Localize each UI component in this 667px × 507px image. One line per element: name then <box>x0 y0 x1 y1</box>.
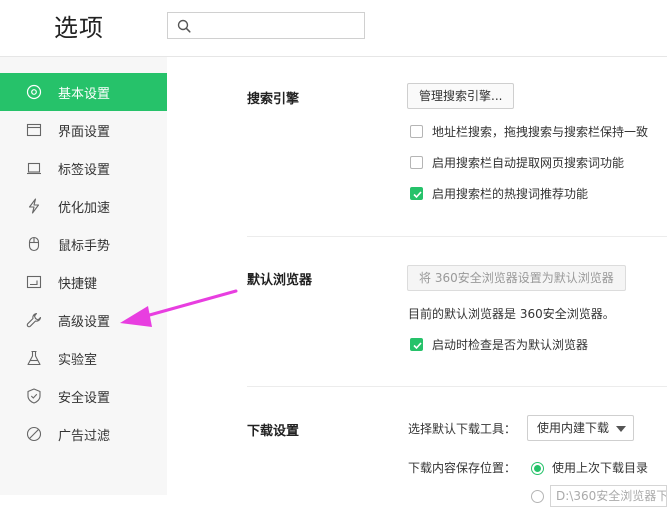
header: 选项 <box>0 0 667 57</box>
sidebar-item-label: 鼠标手势 <box>58 239 111 254</box>
sidebar-item-security-settings[interactable]: 安全设置 <box>0 377 167 415</box>
checkbox-checked[interactable] <box>410 338 423 351</box>
sidebar-item-label: 基本设置 <box>58 87 111 102</box>
chevron-down-icon <box>616 426 627 432</box>
sidebar-item-label: 高级设置 <box>58 315 111 330</box>
download-tool-selected: 使用内建下载 <box>537 421 610 435</box>
sidebar-item-label: 实验室 <box>58 353 98 368</box>
sidebar-item-label: 界面设置 <box>58 125 111 140</box>
download-path-input[interactable]: D:\360安全浏览器下载 <box>550 485 667 507</box>
check-icon <box>413 342 422 350</box>
download-tool-label: 选择默认下载工具： <box>408 422 517 436</box>
search-box[interactable] <box>167 12 365 39</box>
option-label: 地址栏搜索，拖拽搜索与搜索栏保持一致 <box>432 125 649 139</box>
section-divider <box>247 236 667 237</box>
section-divider <box>247 386 667 387</box>
option-label: 启动时检查是否为默认浏览器 <box>432 338 589 352</box>
sidebar-item-ui-settings[interactable]: 界面设置 <box>0 111 167 149</box>
block-icon <box>26 426 42 442</box>
tab-icon <box>27 162 41 175</box>
sidebar-item-optimize[interactable]: 优化加速 <box>0 187 167 225</box>
sidebar-item-basic-settings[interactable]: 基本设置 <box>0 73 167 111</box>
sidebar-item-tab-settings[interactable]: 标签设置 <box>0 149 167 187</box>
shield-icon <box>27 388 41 404</box>
wrench-icon <box>26 312 42 328</box>
last-download-dir-label: 使用上次下载目录 <box>552 461 649 475</box>
settings-content: 搜索引擎 管理搜索引擎... 地址栏搜索，拖拽搜索与搜索栏保持一致 启用搜索栏自… <box>167 57 667 507</box>
download-location-label: 下载内容保存位置： <box>408 461 517 475</box>
option-label: 启用搜索栏的热搜词推荐功能 <box>432 187 589 201</box>
sidebar: 基本设置 界面设置 标签设置 优化加速 鼠标手势 快捷键 高级设置 实验室 安全… <box>0 57 167 495</box>
keyboard-icon <box>26 275 42 289</box>
gear-icon <box>26 84 42 100</box>
search-icon <box>177 19 191 33</box>
page-title: 选项 <box>54 14 104 42</box>
sidebar-item-label: 快捷键 <box>58 277 98 292</box>
sidebar-item-ad-filter[interactable]: 广告过滤 <box>0 415 167 453</box>
sidebar-item-label: 广告过滤 <box>58 429 111 444</box>
checkbox-checked[interactable] <box>410 187 423 200</box>
checkbox[interactable] <box>410 125 423 138</box>
sidebar-item-advanced-settings[interactable]: 高级设置 <box>0 301 167 339</box>
section-title-download: 下载设置 <box>247 424 300 439</box>
mouse-icon <box>28 236 40 252</box>
default-browser-status: 目前的默认浏览器是 360安全浏览器。 <box>408 307 615 321</box>
sidebar-item-shortcuts[interactable]: 快捷键 <box>0 263 167 301</box>
sidebar-item-label: 优化加速 <box>58 201 111 216</box>
download-tool-select[interactable]: 使用内建下载 <box>527 415 635 441</box>
radio-custom-dir[interactable] <box>531 490 544 503</box>
search-input[interactable] <box>196 16 360 37</box>
lightning-icon <box>28 198 40 214</box>
option-label: 启用搜索栏自动提取网页搜索词功能 <box>432 156 625 170</box>
checkbox[interactable] <box>410 156 423 169</box>
window-icon <box>26 123 42 137</box>
manage-search-engines-button[interactable]: 管理搜索引擎... <box>407 83 515 109</box>
flask-icon <box>27 350 41 366</box>
section-title-search-engine: 搜索引擎 <box>247 92 300 107</box>
sidebar-item-label: 标签设置 <box>58 163 111 178</box>
section-title-default-browser: 默认浏览器 <box>247 273 313 288</box>
radio-last-download-dir[interactable] <box>531 462 544 475</box>
sidebar-item-label: 安全设置 <box>58 391 111 406</box>
check-icon <box>413 191 422 199</box>
sidebar-item-mouse-gestures[interactable]: 鼠标手势 <box>0 225 167 263</box>
sidebar-item-lab[interactable]: 实验室 <box>0 339 167 377</box>
set-default-browser-button[interactable]: 将 360安全浏览器设置为默认浏览器 <box>407 265 626 291</box>
